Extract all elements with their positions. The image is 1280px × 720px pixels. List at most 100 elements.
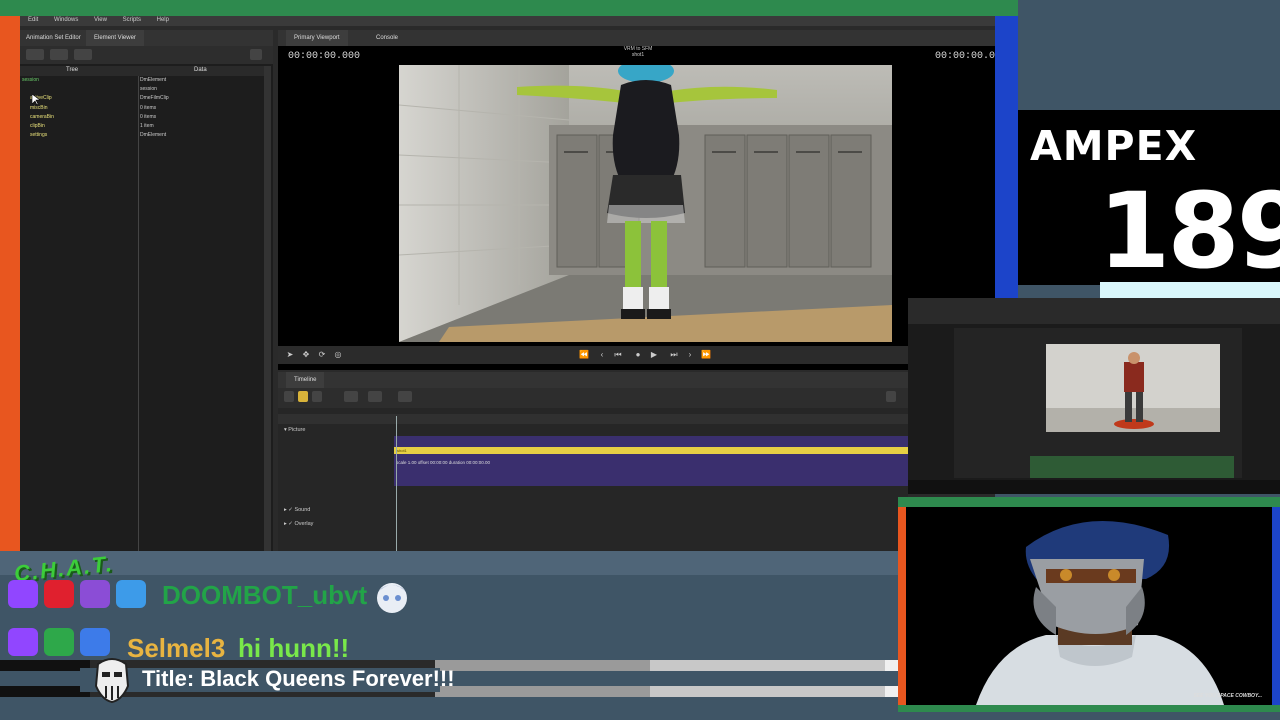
viewport-time-right: 00:00:00.0 [934,51,995,62]
menu-edit[interactable]: Edit [28,17,38,23]
track-label-picture[interactable]: ▾ Picture [284,427,305,433]
tab-element-viewer[interactable]: Element Viewer [86,30,144,46]
chat-top-strip [0,551,898,575]
data-column-header[interactable]: Data [194,67,207,73]
record-icon[interactable]: ● [632,350,644,360]
next-frame-icon[interactable]: › [684,350,696,360]
element-viewer-panel: Animation Set Editor Element Viewer Tree… [20,30,273,551]
mouse-cursor-icon [32,94,40,106]
data-cell: 1 item [140,122,154,129]
back-icon[interactable] [26,49,44,60]
chat-username-1: DOOMBOT_ubvt [162,580,368,610]
tab-primary-viewport[interactable]: Primary Viewport [286,30,348,46]
lock-icon[interactable] [886,391,896,402]
mini-browser-bar [908,298,1280,324]
twitch-badge-icon [8,628,38,656]
tab-console[interactable]: Console [368,30,406,46]
data-cell: session [140,86,157,93]
title-stripe [650,686,885,697]
gift-badge-icon [44,580,74,608]
gear-icon[interactable] [250,49,262,60]
data-cell: DmElement [140,77,167,83]
mini-timeline [1030,456,1234,478]
tree-item-settings[interactable]: settings [20,131,138,140]
webcam-blue-band [1272,507,1280,705]
motion-editor-icon[interactable] [298,391,308,402]
menu-scripts[interactable]: Scripts [123,17,141,23]
scene-render [399,65,892,342]
forward-icon[interactable] [74,49,92,60]
magnet-icon[interactable] [344,391,358,402]
webcam-avatar: SEE YOU SPACE COWBOY... [906,507,1272,705]
track-name: Overlay [294,521,314,527]
graph-editor-icon[interactable] [312,391,322,402]
menu-windows[interactable]: Windows [54,17,78,23]
menu-view[interactable]: View [94,17,107,23]
prev-key-icon[interactable]: ⏮ [612,350,624,360]
tab-timeline[interactable]: Timeline [286,372,325,388]
back-arrow-icon[interactable] [50,49,68,60]
data-cell: DmElement [140,132,167,139]
move-tool-icon[interactable]: ✥ [300,350,312,360]
mask-icon [94,658,130,704]
viewport-title-line2: shot1 [631,52,645,58]
timeline-ruler[interactable] [278,414,908,424]
emote-icon [377,583,407,613]
tab-animation-set-editor[interactable]: Animation Set Editor [18,30,89,46]
tree-item-clipbin[interactable]: clipBin [20,122,138,131]
title-stripe [885,660,898,671]
stream-title: Title: Black Queens Forever!!! [142,666,455,691]
play-icon[interactable]: ▶ [648,350,660,360]
timeline-toolbar [278,388,908,408]
prev-frame-icon[interactable]: ‹ [596,350,608,360]
mini-taskbar [908,480,1280,494]
track-label-sound[interactable]: ▸ ✓ Sound [284,507,310,513]
data-column: DmElement session DmeFilmClip 0 items 0 … [140,76,266,551]
title-stripe [435,660,650,671]
select-tool-icon[interactable]: ➤ [284,350,296,360]
panel-scrollbar[interactable] [264,66,271,551]
verified-badge-icon [80,628,110,656]
scale-tool-icon[interactable]: ◎ [332,350,344,360]
avatar-figure [976,521,1224,705]
viewport-tabs: Primary Viewport Console [278,30,995,46]
track-name: Sound [294,507,311,513]
add-icon[interactable] [368,391,382,402]
playhead[interactable] [396,416,397,551]
title-stripe-left [0,686,90,697]
data-cell: 0 items [140,104,157,111]
timeline-tabs: Timeline [278,372,908,388]
track-label-overlay[interactable]: ▸ ✓ Overlay [284,521,313,527]
webcam-frame: SEE YOU SPACE COWBOY... [898,497,1280,712]
rotate-tool-icon[interactable]: ⟳ [316,350,328,360]
mini-character [1114,352,1154,429]
tree-item-camerabin[interactable]: cameraBin [20,113,138,122]
data-cell: 0 items [140,113,157,120]
playback-bar: ➤ ✥ ⟳ ◎ ⏪ ‹ ⏮ ● ▶ ⏭ › ⏩ [278,346,995,364]
sword-badge-icon [44,628,74,656]
next-key-icon[interactable]: ⏭ [668,350,680,360]
rewind-icon[interactable]: ⏪ [578,350,590,360]
ampex-number: 189 [1098,170,1280,292]
title-stripe-left [0,660,90,671]
title-stripe [435,686,650,697]
title-stripe [650,660,885,671]
viewport-scene[interactable] [399,65,892,342]
tree-item-root[interactable]: session [20,76,138,85]
clip-editor-icon[interactable] [284,391,294,402]
panel-tabs: Animation Set Editor Element Viewer [20,30,273,46]
sfm-window: Edit Windows View Scripts Help Animation… [20,16,995,551]
viewport-time-left: 00:00:00.000 [288,51,361,62]
menu-help[interactable]: Help [157,17,169,23]
fast-forward-icon[interactable]: ⏩ [700,350,712,360]
shot-info: scale 1.00 offset 00:00:00 duration 00:0… [396,460,490,465]
tree-column-header[interactable]: Tree [66,67,78,73]
tool-icon[interactable] [398,391,412,402]
stream-top-bar [0,0,1018,16]
menu-bar: Edit Windows View Scripts Help [20,16,995,26]
timeline-panel: Timeline ▾ Picture shot1 scale 1.00 offs… [278,372,908,551]
tree-header: Tree Data [20,66,266,76]
shot-clip[interactable]: shot1 [394,447,908,454]
webcam-orange-band [898,507,906,705]
